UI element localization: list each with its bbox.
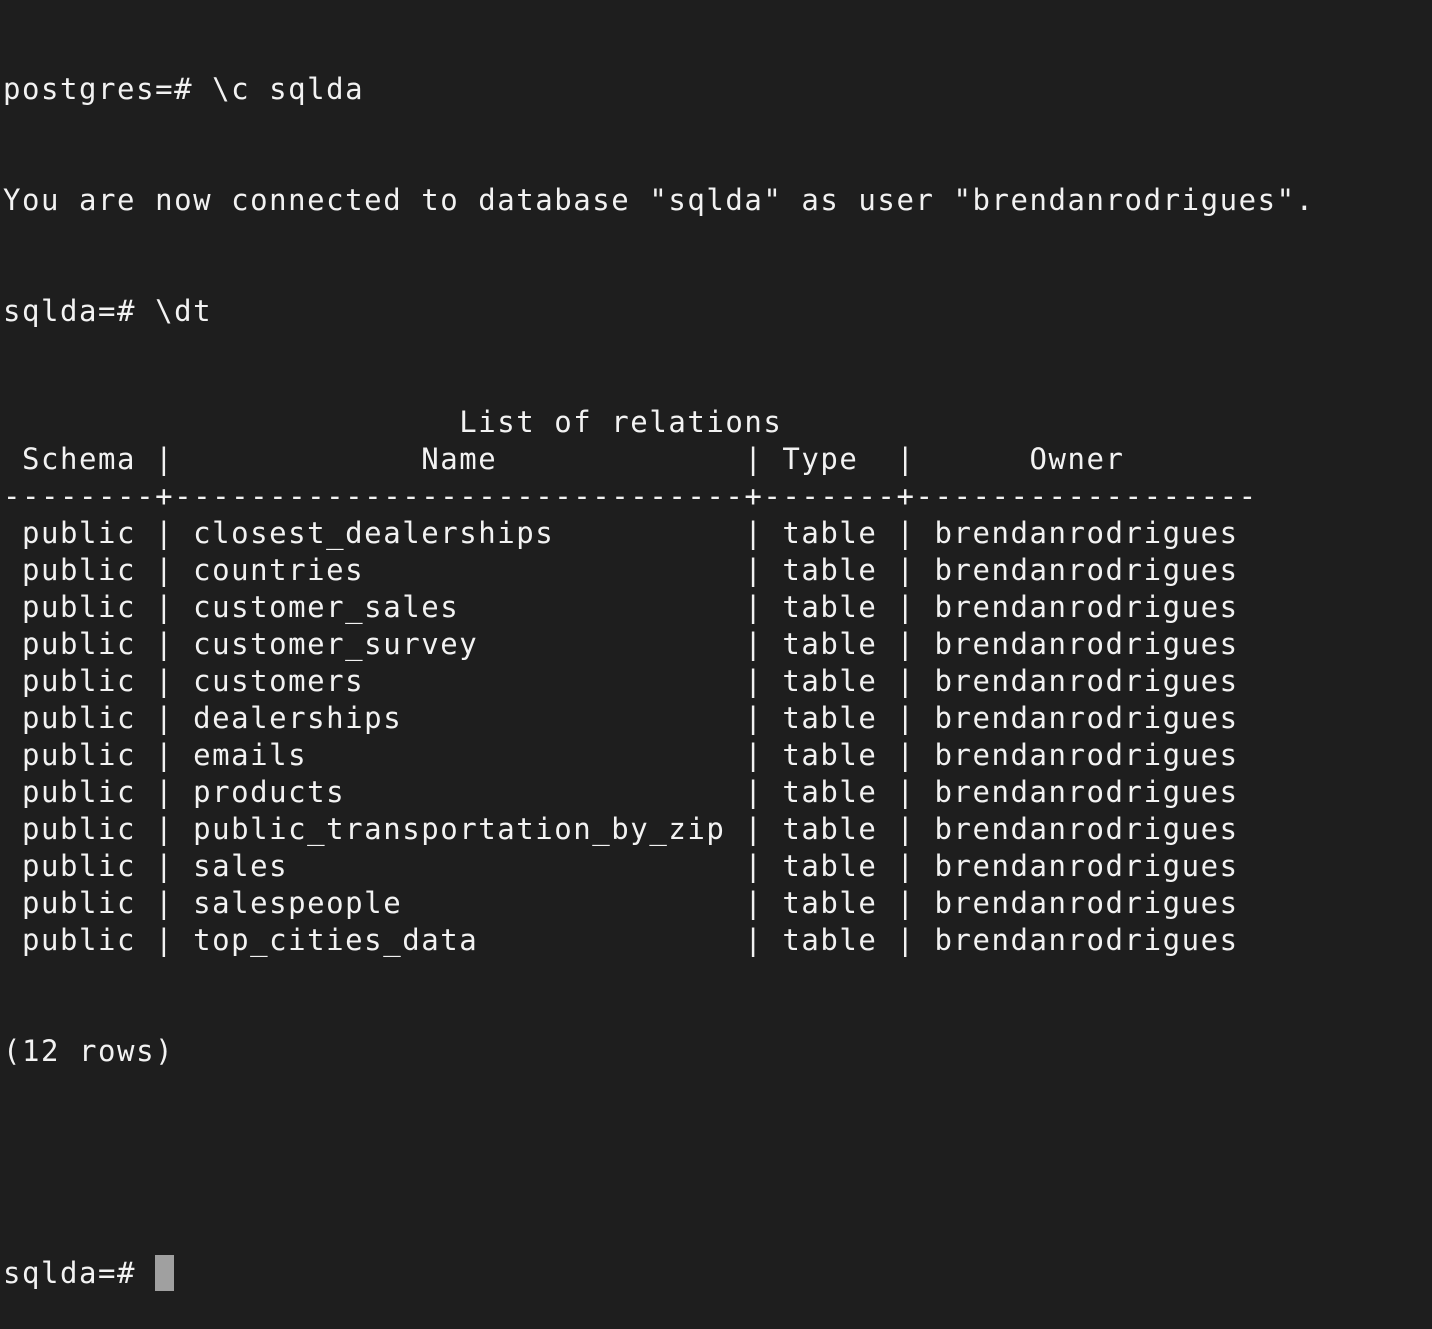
table-title: List of relations [3, 405, 1258, 439]
table-row: public | salespeople | table | brendanro… [3, 886, 1239, 920]
prompt: sqlda=# [3, 1256, 156, 1290]
text-cursor [155, 1255, 175, 1291]
table-row: public | countries | table | brendanrodr… [3, 553, 1239, 587]
command: \dt [155, 294, 213, 328]
table-header: Schema | Name | Type | Owner [3, 442, 1125, 476]
table-row: public | emails | table | brendanrodrigu… [3, 738, 1239, 772]
terminal-line-dt-command: sqlda=# \dt [3, 293, 1432, 330]
table-row: public | customer_survey | table | brend… [3, 627, 1239, 661]
terminal-window[interactable]: postgres=# \c sqlda You are now connecte… [3, 0, 1432, 1291]
table-row: public | dealerships | table | brendanro… [3, 701, 1239, 735]
terminal-line-connect-output: You are now connected to database "sqlda… [3, 183, 1315, 217]
table-row: public | closest_dealerships | table | b… [3, 516, 1239, 550]
prompt: sqlda=# [3, 294, 156, 328]
table-row: public | products | table | brendanrodri… [3, 775, 1239, 809]
table-separator: --------+------------------------------+… [3, 479, 1258, 513]
terminal-line-connect-command: postgres=# \c sqlda [3, 71, 1432, 108]
relations-table: List of relations Schema | Name | Type |… [3, 404, 1432, 959]
prompt: postgres=# [3, 72, 213, 106]
command: \c sqlda [212, 72, 365, 106]
table-row: public | customers | table | brendanrodr… [3, 664, 1239, 698]
table-row: public | public_transportation_by_zip | … [3, 812, 1239, 846]
terminal-line-active-prompt[interactable]: sqlda=# [3, 1255, 1432, 1292]
table-footer-row-count: (12 rows) [3, 1034, 175, 1068]
table-row: public | customer_sales | table | brenda… [3, 590, 1239, 624]
table-row: public | top_cities_data | table | brend… [3, 923, 1239, 957]
table-row: public | sales | table | brendanrodrigue… [3, 849, 1239, 883]
